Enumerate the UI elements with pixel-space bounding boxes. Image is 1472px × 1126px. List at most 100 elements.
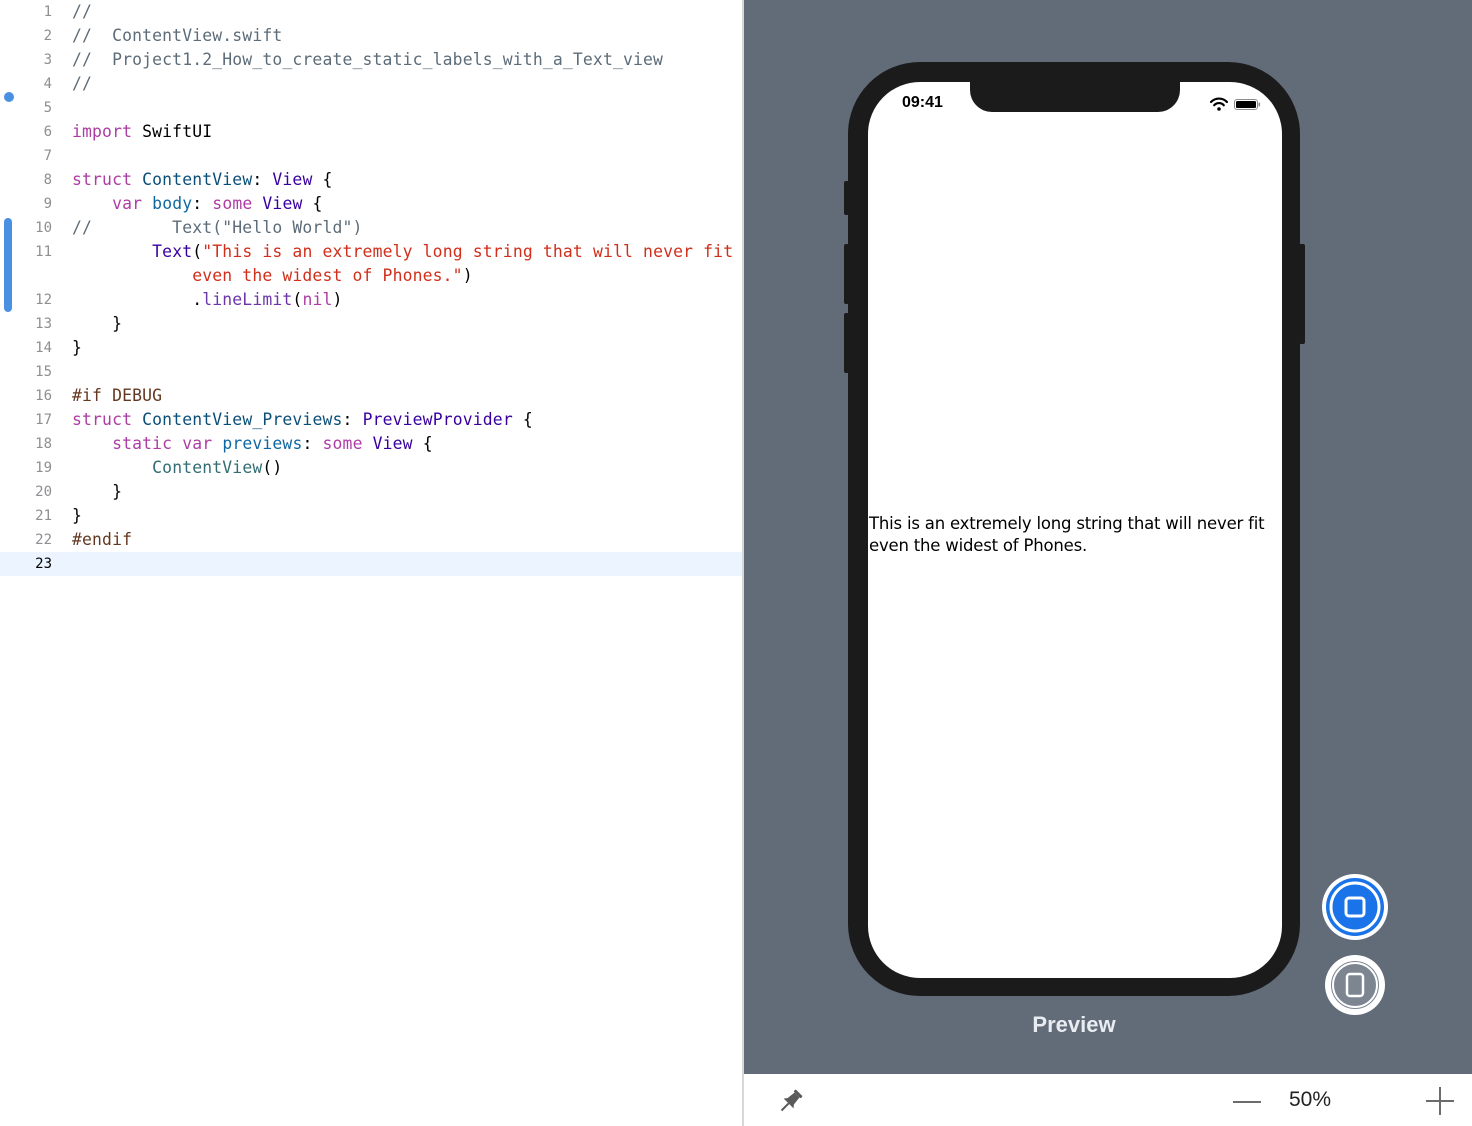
code-text: }	[72, 504, 82, 528]
code-token: .	[72, 290, 203, 309]
line-number: 9	[43, 196, 52, 212]
code-line[interactable]: 23	[0, 552, 742, 576]
code-line[interactable]: 14}	[0, 336, 742, 360]
code-text: //	[72, 0, 92, 24]
code-text: ContentView()	[72, 456, 282, 480]
zoom-in-button[interactable]	[1426, 1086, 1456, 1116]
code-line[interactable]: 4 //	[0, 72, 742, 96]
code-token: even the widest of Phones."	[72, 266, 463, 285]
line-number: 21	[35, 508, 52, 524]
code-text: // Text("Hello World")	[72, 216, 363, 240]
code-text: struct ContentView: View {	[72, 168, 333, 192]
line-number: 20	[35, 484, 52, 500]
code-text: even the widest of Phones.")	[72, 264, 473, 288]
code-line[interactable]: 21}	[0, 504, 742, 528]
code-token: {	[312, 170, 333, 189]
zoom-level[interactable]: 50%	[1280, 1088, 1340, 1112]
code-text: }	[72, 312, 122, 336]
pin-icon[interactable]	[774, 1086, 806, 1118]
line-number: 10	[35, 220, 52, 236]
line-number: 5	[43, 100, 52, 116]
code-line[interactable]: 11 Text("This is an extremely long strin…	[0, 240, 742, 264]
code-line[interactable]: 18 static var previews: some View {	[0, 432, 742, 456]
code-text: // Project1.2_How_to_create_static_label…	[72, 48, 663, 72]
line-number: 19	[35, 460, 52, 476]
code-line[interactable]: 2 // ContentView.swift	[0, 24, 742, 48]
line-number: 13	[35, 316, 52, 332]
code-token: View	[372, 434, 413, 453]
device-preview-button[interactable]	[1325, 955, 1385, 1015]
code-line[interactable]: 17 struct ContentView_Previews: PreviewPr…	[0, 408, 742, 432]
zoom-out-button[interactable]	[1230, 1088, 1262, 1116]
code-token: :	[252, 170, 273, 189]
code-token: static	[112, 434, 173, 453]
code-line[interactable]: 19 ContentView()	[0, 456, 742, 480]
code-text: Text("This is an extremely long string t…	[72, 240, 733, 264]
code-token: }	[72, 482, 123, 501]
preview-text-label[interactable]: This is an extremely long string that wi…	[869, 513, 1281, 557]
line-number: 22	[35, 532, 52, 548]
code-editor[interactable]: 1 // 2 // ContentView.swift 3 // Project1.2_H…	[0, 0, 742, 1126]
code-token: ()	[262, 458, 283, 477]
code-token: )	[332, 290, 343, 309]
code-token: #if DEBUG	[72, 386, 163, 405]
code-line[interactable]: 9 var body: some View {	[0, 192, 742, 216]
code-line[interactable]: 16 #if DEBUG	[0, 384, 742, 408]
preview-canvas: 09:41 This is an extremely long string t…	[744, 0, 1472, 1074]
code-line[interactable]: 1 //	[0, 0, 742, 24]
line-number: 3	[43, 52, 52, 68]
code-text: struct ContentView_Previews: PreviewProv…	[72, 408, 533, 432]
code-line[interactable]: even the widest of Phones.")	[0, 264, 742, 288]
code-token: (	[192, 242, 203, 261]
code-text: .lineLimit(nil)	[72, 288, 343, 312]
code-text: }	[72, 336, 82, 360]
code-token: }	[72, 314, 123, 333]
line-number: 8	[43, 172, 52, 188]
code-text: import SwiftUI	[72, 120, 212, 144]
code-line[interactable]: 22 #endif	[0, 528, 742, 552]
code-line[interactable]: 12 .lineLimit(nil)	[0, 288, 742, 312]
code-token: import	[72, 122, 133, 141]
phone-notch	[970, 82, 1180, 112]
code-text: #if DEBUG	[72, 384, 162, 408]
code-token: SwiftUI	[132, 122, 213, 141]
code-token: Text	[152, 242, 193, 261]
code-token: // Project1.2_How_to_create_static_label…	[72, 50, 664, 69]
code-line[interactable]: 15	[0, 360, 742, 384]
code-token: :	[342, 410, 363, 429]
line-number: 18	[35, 436, 52, 452]
code-token: struct	[72, 170, 133, 189]
code-line[interactable]: 13 }	[0, 312, 742, 336]
code-token: }	[72, 338, 83, 357]
device-icon	[1332, 962, 1378, 1008]
code-token: //	[72, 2, 93, 21]
code-line[interactable]: 3 // Project1.2_How_to_create_static_labe…	[0, 48, 742, 72]
code-line[interactable]: 7	[0, 144, 742, 168]
wifi-icon	[1210, 97, 1228, 111]
code-token: lineLimit	[202, 290, 293, 309]
code-line[interactable]: 5	[0, 96, 742, 120]
code-token: PreviewProvider	[362, 410, 513, 429]
code-line[interactable]: 8 struct ContentView: View {	[0, 168, 742, 192]
code-line[interactable]: 20 }	[0, 480, 742, 504]
code-token: struct	[72, 410, 133, 429]
live-preview-button[interactable]	[1322, 874, 1388, 940]
code-token: }	[72, 506, 83, 525]
line-number: 2	[43, 28, 52, 44]
code-token: (	[292, 290, 303, 309]
code-line[interactable]: 10 // Text("Hello World")	[0, 216, 742, 240]
code-token: //	[72, 74, 93, 93]
code-text: // ContentView.swift	[72, 24, 282, 48]
code-text: static var previews: some View {	[72, 432, 433, 456]
code-line[interactable]: 6 import SwiftUI	[0, 120, 742, 144]
code-token: {	[512, 410, 533, 429]
code-token: some	[212, 194, 253, 213]
